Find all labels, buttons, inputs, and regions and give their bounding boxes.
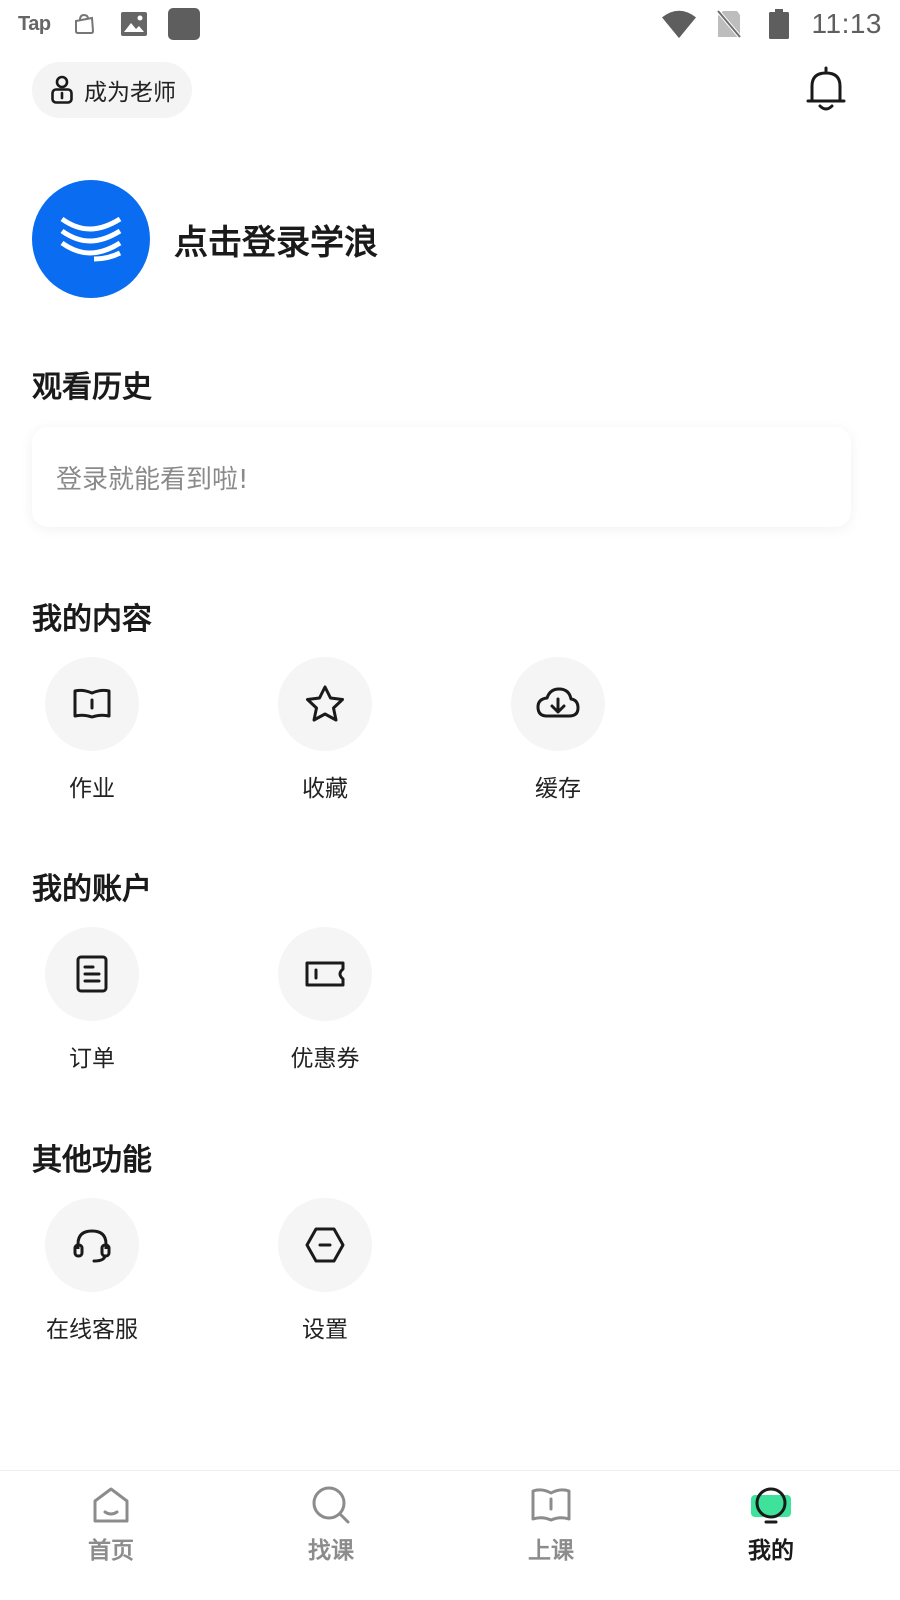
- app-logo-icon: [32, 180, 150, 298]
- login-prompt[interactable]: 点击登录学浪: [32, 180, 378, 298]
- nav-find-course[interactable]: 找课: [271, 1485, 391, 1565]
- my-account-grid: 订单 优惠券: [45, 927, 511, 1073]
- settings-item[interactable]: 设置: [278, 1198, 511, 1344]
- headset-icon: [45, 1198, 139, 1292]
- orders-label: 订单: [69, 1046, 115, 1072]
- history-title: 观看历史: [32, 370, 152, 405]
- customer-service-item[interactable]: 在线客服: [45, 1198, 278, 1344]
- customer-service-label: 在线客服: [46, 1317, 138, 1343]
- cloud-download-icon: [511, 657, 605, 751]
- nav-class[interactable]: 上课: [491, 1485, 611, 1565]
- star-icon: [278, 657, 372, 751]
- history-empty-text: 登录就能看到啦!: [56, 464, 249, 495]
- history-card[interactable]: 登录就能看到啦!: [32, 427, 851, 527]
- no-sim-icon: [712, 7, 746, 41]
- teacher-icon: [50, 75, 74, 105]
- bag-icon: [67, 7, 101, 41]
- nav-class-label: 上课: [528, 1538, 574, 1564]
- profile-icon: [749, 1485, 793, 1525]
- nav-mine-label: 我的: [748, 1538, 794, 1564]
- coupons-item[interactable]: 优惠券: [278, 927, 511, 1073]
- settings-hexagon-icon: [278, 1198, 372, 1292]
- cache-item[interactable]: 缓存: [511, 657, 744, 803]
- favorites-item[interactable]: 收藏: [278, 657, 511, 803]
- become-teacher-label: 成为老师: [84, 80, 176, 106]
- document-icon: [45, 927, 139, 1021]
- status-right: 11:13: [661, 7, 883, 41]
- other-functions-grid: 在线客服 设置: [45, 1198, 511, 1344]
- favorites-label: 收藏: [302, 776, 348, 802]
- nav-find-course-label: 找课: [308, 1538, 354, 1564]
- image-icon: [117, 7, 151, 41]
- homework-label: 作业: [69, 776, 115, 802]
- nav-home[interactable]: 首页: [51, 1485, 171, 1565]
- book-open-icon: [530, 1485, 572, 1525]
- status-time: 11:13: [811, 8, 882, 39]
- search-icon: [311, 1485, 351, 1525]
- homework-item[interactable]: 作业: [45, 657, 278, 803]
- bottom-nav: 首页 找课 上课 我的: [0, 1470, 900, 1600]
- cache-label: 缓存: [535, 776, 581, 802]
- wifi-icon: [661, 7, 696, 41]
- notification-bell-icon[interactable]: [804, 66, 848, 114]
- book-icon: [45, 657, 139, 751]
- battery-icon: [762, 7, 796, 41]
- tap-app-label: Tap: [18, 12, 51, 35]
- my-content-grid: 作业 收藏 缓存: [45, 657, 744, 803]
- login-text: 点击登录学浪: [174, 222, 378, 263]
- status-bar: Tap 11:13: [0, 0, 900, 48]
- app-square-icon: [167, 7, 201, 41]
- become-teacher-button[interactable]: 成为老师: [32, 62, 192, 118]
- home-icon: [91, 1485, 131, 1525]
- profile-screen: Tap 11:13 成为老师 点击登录学浪 观看历史 登录就能看到啦! 我的内容…: [0, 0, 900, 1600]
- coupons-label: 优惠券: [290, 1046, 360, 1072]
- status-left: Tap: [18, 7, 201, 41]
- my-account-title: 我的账户: [32, 872, 152, 907]
- ticket-icon: [278, 927, 372, 1021]
- my-content-title: 我的内容: [32, 602, 152, 637]
- nav-mine[interactable]: 我的: [711, 1485, 831, 1565]
- other-functions-title: 其他功能: [32, 1143, 152, 1178]
- orders-item[interactable]: 订单: [45, 927, 278, 1073]
- settings-label: 设置: [302, 1317, 348, 1343]
- nav-home-label: 首页: [88, 1538, 134, 1564]
